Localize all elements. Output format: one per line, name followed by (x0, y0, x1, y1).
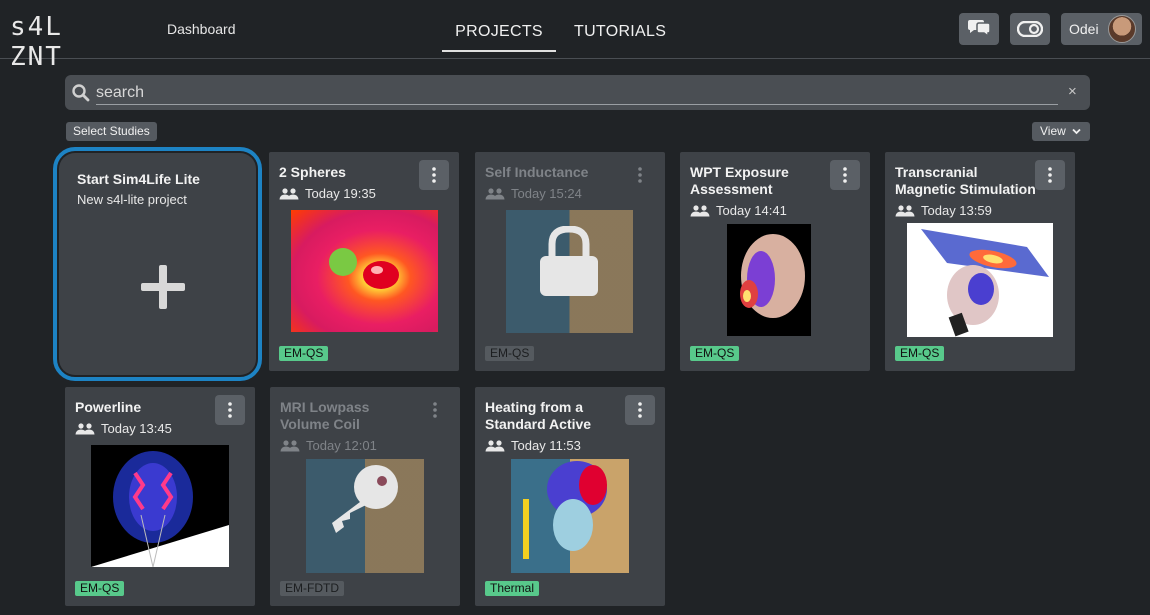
head-illustration (740, 234, 805, 318)
dashboard-link[interactable]: Dashboard (167, 21, 236, 37)
spheres-illustration (329, 248, 399, 289)
study-time: Today 15:24 (511, 186, 582, 201)
kebab-menu-icon (638, 402, 642, 418)
kebab-menu-icon (228, 402, 232, 418)
select-studies-button[interactable]: Select Studies (66, 122, 157, 141)
shared-users-icon (895, 204, 915, 216)
study-tag: EM-QS (485, 346, 535, 361)
study-title: MRI Lowpass Volume Coil (280, 399, 370, 432)
powerline-illustration (91, 445, 229, 567)
kebab-menu-icon (432, 167, 436, 183)
new-study-subtitle: New s4l-lite project (77, 192, 187, 207)
kebab-menu-icon (638, 167, 642, 183)
study-thumbnail (727, 224, 811, 336)
study-card[interactable]: 2 Spheres Today 19:35 EM-QS (269, 152, 459, 371)
study-time: Today 11:53 (511, 438, 581, 453)
tab-tutorials[interactable]: TUTORIALS (574, 23, 666, 41)
search-icon (72, 84, 90, 102)
lock-icon (540, 226, 598, 296)
study-menu-button[interactable] (1035, 160, 1065, 190)
study-meta: Today 12:01 (280, 438, 377, 453)
shared-users-icon (279, 187, 299, 199)
study-menu-button[interactable] (419, 160, 449, 190)
study-tag: Thermal (485, 581, 540, 596)
search-input[interactable] (96, 81, 1058, 105)
study-time: Today 12:01 (306, 438, 377, 453)
study-thumbnail (907, 223, 1053, 337)
study-thumbnail (291, 210, 438, 332)
study-title: Heating from a Standard Active (485, 399, 592, 432)
key-icon (332, 465, 398, 533)
study-meta: Today 13:59 (895, 203, 992, 218)
study-meta: Today 14:41 (690, 203, 787, 218)
study-menu-button[interactable] (625, 160, 655, 190)
study-card[interactable]: Self Inductance Today 15:24 EM-QS (475, 152, 665, 371)
study-meta: Today 15:24 (485, 186, 582, 201)
shared-users-icon (485, 439, 505, 451)
study-menu-button[interactable] (215, 395, 245, 425)
study-card[interactable]: WPT Exposure Assessment Today 14:41 EM-Q… (680, 152, 870, 371)
study-card[interactable]: MRI Lowpass Volume Coil Today 12:01 EM-F… (270, 387, 460, 606)
study-thumbnail (91, 445, 229, 567)
study-thumbnail (511, 459, 629, 573)
view-dropdown-button[interactable]: View (1032, 122, 1090, 141)
toggle-icon (1017, 21, 1043, 37)
chat-icon (968, 20, 991, 38)
kebab-menu-icon (843, 167, 847, 183)
tab-projects[interactable]: PROJECTS (442, 23, 556, 52)
study-title: Self Inductance (485, 164, 589, 180)
study-time: Today 13:59 (921, 203, 992, 218)
study-time: Today 19:35 (305, 186, 376, 201)
study-card[interactable]: Heating from a Standard Active Today 11:… (475, 387, 665, 606)
user-menu-button[interactable]: Odei (1061, 13, 1142, 45)
app-logo[interactable]: s4L ZNT (10, 12, 120, 72)
kebab-menu-icon (1048, 167, 1052, 183)
study-menu-button[interactable] (830, 160, 860, 190)
study-tag: EM-QS (279, 346, 329, 361)
kebab-menu-icon (433, 402, 437, 418)
study-time: Today 14:41 (716, 203, 787, 218)
user-name: Odei (1069, 21, 1099, 37)
chat-button[interactable] (959, 13, 999, 45)
clear-icon[interactable]: × (1068, 83, 1077, 100)
view-label: View (1040, 124, 1066, 138)
toggle-button[interactable] (1010, 13, 1050, 45)
shared-users-icon (280, 439, 300, 451)
study-time: Today 13:45 (101, 421, 172, 436)
plus-icon (141, 265, 185, 309)
study-title: WPT Exposure Assessment (690, 164, 789, 197)
search-bar: × (65, 75, 1090, 110)
thermal-head-illustration (523, 461, 607, 559)
tms-illustration (921, 229, 1049, 337)
study-title: 2 Spheres (279, 164, 346, 180)
study-meta: Today 13:45 (75, 421, 172, 436)
study-tag: EM-FDTD (280, 581, 344, 596)
study-title: Powerline (75, 399, 142, 415)
study-tag: EM-QS (895, 346, 945, 361)
shared-users-icon (690, 204, 710, 216)
new-study-card[interactable]: Start Sim4Life Lite New s4l-lite project (53, 147, 262, 381)
study-card[interactable]: Transcranial Magnetic Stimulation Today … (885, 152, 1075, 371)
chevron-down-icon (1072, 128, 1081, 135)
shared-users-icon (75, 422, 95, 434)
top-navbar: s4L ZNT Dashboard PROJECTS TUTORIALS Ode… (0, 0, 1150, 72)
shared-users-icon (485, 187, 505, 199)
avatar (1108, 15, 1136, 43)
study-menu-button[interactable] (420, 395, 450, 425)
study-menu-button[interactable] (625, 395, 655, 425)
study-tag: EM-QS (690, 346, 740, 361)
new-study-card-body: Start Sim4Life Lite New s4l-lite project (59, 153, 256, 375)
new-study-title: Start Sim4Life Lite (77, 171, 200, 187)
study-card[interactable]: Powerline Today 13:45 EM-QS (65, 387, 255, 606)
study-tag: EM-QS (75, 581, 125, 596)
logo-text: s4L ZNT (10, 12, 63, 72)
study-meta: Today 11:53 (485, 438, 581, 453)
study-meta: Today 19:35 (279, 186, 376, 201)
study-title: Transcranial Magnetic Stimulation (895, 164, 1036, 197)
